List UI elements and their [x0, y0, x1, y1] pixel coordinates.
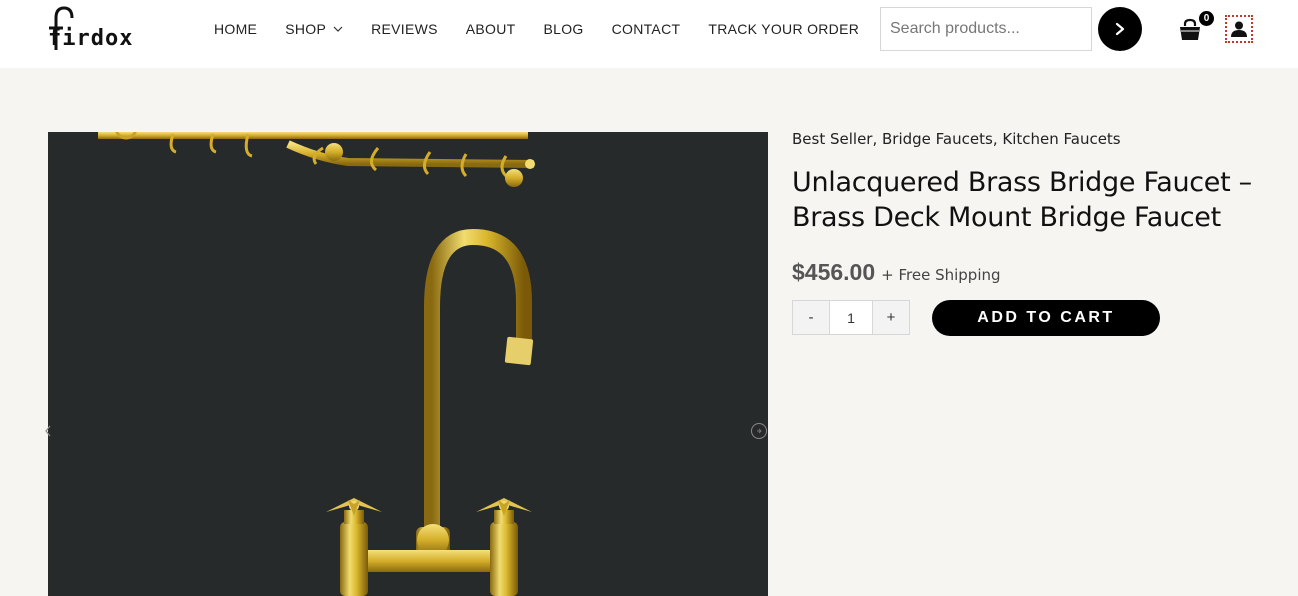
free-shipping-note: + Free Shipping	[881, 266, 1001, 284]
nav-reviews-label: REVIEWS	[371, 21, 438, 37]
price-row: $456.00 + Free Shipping	[792, 259, 1001, 286]
quantity-stepper: - +	[792, 300, 910, 335]
gallery-prev-arrow[interactable]	[44, 424, 52, 438]
product-categories: Best Seller, Bridge Faucets, Kitchen Fau…	[792, 130, 1121, 148]
chevron-right-icon	[1115, 22, 1125, 36]
search-button[interactable]	[1098, 7, 1142, 51]
cart-button[interactable]: 0	[1178, 10, 1215, 44]
chevron-left-icon	[45, 425, 51, 437]
quantity-decrease-button[interactable]: -	[792, 300, 830, 335]
category-link-best-seller[interactable]: Best Seller	[792, 130, 872, 148]
nav-contact[interactable]: CONTACT	[612, 21, 681, 37]
nav-home-label: HOME	[214, 21, 258, 37]
search-input[interactable]	[880, 7, 1092, 51]
category-separator: ,	[872, 130, 883, 148]
category-separator: ,	[992, 130, 1003, 148]
category-link-bridge-faucets[interactable]: Bridge Faucets	[882, 130, 993, 148]
product-image[interactable]	[48, 132, 768, 596]
category-link-kitchen-faucets[interactable]: Kitchen Faucets	[1002, 130, 1120, 148]
nav-about[interactable]: ABOUT	[466, 21, 516, 37]
cart-count-badge: 0	[1198, 10, 1215, 27]
nav-about-label: ABOUT	[465, 21, 516, 37]
nav-shop[interactable]: SHOP	[285, 21, 343, 37]
chevron-down-icon	[333, 26, 343, 32]
chevron-right-circle-icon	[757, 428, 762, 434]
nav-shop-label: SHOP	[285, 21, 327, 37]
user-icon	[1231, 21, 1247, 37]
product-title: Unlacquered Brass Bridge Faucet – Brass …	[792, 167, 1252, 233]
quantity-input[interactable]	[830, 300, 872, 335]
nav-track-order-label: TRACK YOUR ORDER	[708, 21, 860, 37]
quantity-increase-button[interactable]: +	[872, 300, 910, 335]
main-nav: HOME SHOP REVIEWS ABOUT BLOG CONTACT TRA…	[200, 0, 873, 58]
nav-contact-label: CONTACT	[611, 21, 681, 37]
gallery-next-arrow[interactable]	[751, 423, 767, 439]
nav-reviews[interactable]: REVIEWS	[371, 21, 438, 37]
logo-text: firdox	[48, 26, 134, 51]
site-header: firdox HOME SHOP REVIEWS ABOUT BLOG CONT…	[0, 0, 1298, 68]
site-logo[interactable]: firdox	[46, 6, 142, 54]
nav-blog[interactable]: BLOG	[544, 21, 584, 37]
nav-blog-label: BLOG	[543, 21, 584, 37]
add-to-cart-button[interactable]: ADD TO CART	[932, 300, 1160, 336]
faucet-photo	[48, 132, 768, 596]
nav-home[interactable]: HOME	[214, 21, 257, 37]
nav-track-order[interactable]: TRACK YOUR ORDER	[708, 21, 859, 37]
product-price: $456.00	[792, 259, 876, 285]
account-button[interactable]	[1225, 15, 1253, 43]
